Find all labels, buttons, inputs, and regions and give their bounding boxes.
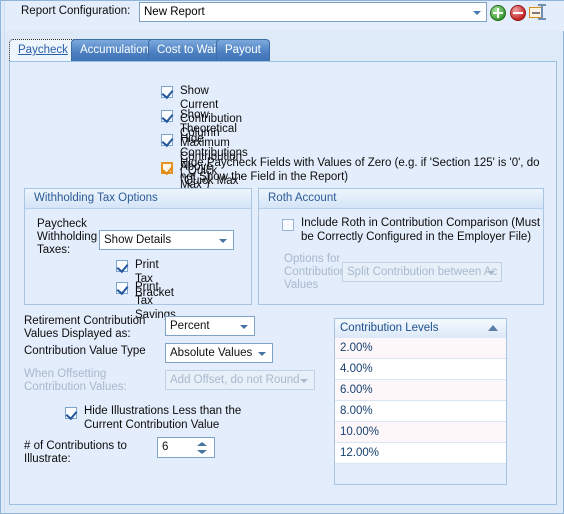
grid-column-header-label: Contribution Levels: [340, 322, 439, 334]
checkbox-box[interactable]: [116, 260, 129, 274]
add-circle-icon[interactable]: [489, 4, 507, 22]
contribution-value-type-label: Contribution Value Type: [24, 345, 146, 357]
table-row[interactable]: 10.00%: [335, 422, 506, 443]
chevron-down-icon[interactable]: [487, 271, 495, 275]
checkbox-box[interactable]: [116, 282, 129, 296]
checkbox-label: Hide Paycheck Fields with Values of Zero…: [180, 157, 540, 183]
num-contributions-stepper[interactable]: 6: [157, 437, 215, 458]
paycheck-panel: Show Current Contribution Column Show Th…: [9, 61, 557, 505]
withholding-tax-options-group: Withholding Tax Options Paycheck Withhol…: [24, 188, 252, 321]
report-configuration-window: Report Configuration: New Report Paychec…: [0, 0, 564, 514]
stepper-up-icon[interactable]: [197, 442, 207, 446]
checkbox-box[interactable]: [65, 407, 78, 421]
group-header: Withholding Tax Options: [25, 189, 251, 209]
grid-column-header[interactable]: Contribution Levels: [335, 319, 506, 339]
stepper-down-icon[interactable]: [197, 450, 207, 454]
contribution-value-type-combo[interactable]: Absolute Values: [165, 343, 273, 363]
group-header: Roth Account: [259, 189, 543, 209]
group-title: Withholding Tax Options: [34, 192, 158, 204]
report-configuration-value: New Report: [144, 6, 205, 18]
values-displayed-as-value: Percent: [170, 320, 210, 332]
when-offsetting-label: When Offsetting Contribution Values:: [24, 368, 127, 393]
chevron-down-icon[interactable]: [258, 352, 266, 356]
config-toolbar: Report Configuration: New Report: [1, 1, 564, 31]
paycheck-withholding-taxes-combo[interactable]: Show Details: [99, 230, 234, 250]
roth-options-combo[interactable]: Split Contribution between Ac: [342, 262, 502, 282]
values-displayed-as-label: Retirement Contribution Values Displayed…: [24, 315, 146, 340]
checkbox-label: Include Roth in Contribution Comparison …: [301, 217, 541, 243]
group-title: Roth Account: [268, 192, 337, 204]
num-contributions-label: # of Contributions to Illustrate:: [24, 440, 127, 465]
values-displayed-as-combo[interactable]: Percent: [165, 316, 255, 336]
delete-circle-icon[interactable]: [509, 4, 527, 22]
checkbox-box[interactable]: [161, 162, 174, 176]
roth-options-value: Split Contribution between Ac: [347, 266, 498, 278]
paycheck-withholding-taxes-value: Show Details: [104, 234, 172, 246]
table-row[interactable]: 4.00%: [335, 359, 506, 380]
checkbox-box[interactable]: [161, 86, 174, 100]
rename-icon[interactable]: [529, 4, 547, 22]
contribution-levels-grid[interactable]: Contribution Levels 2.00% 4.00% 6.00% 8.…: [334, 318, 507, 485]
grid-rows: 2.00% 4.00% 6.00% 8.00% 10.00% 12.00%: [335, 338, 506, 484]
table-row[interactable]: 8.00%: [335, 401, 506, 422]
chevron-down-icon[interactable]: [240, 325, 248, 329]
num-contributions-value: 6: [162, 441, 169, 453]
when-offsetting-value: Add Offset, do not Round: [170, 374, 300, 386]
sort-ascending-icon[interactable]: [488, 325, 498, 331]
table-row[interactable]: 2.00%: [335, 338, 506, 359]
report-configuration-combo[interactable]: New Report: [139, 2, 487, 22]
tab-paycheck[interactable]: Paycheck: [9, 39, 77, 61]
checkbox-box[interactable]: [161, 110, 174, 124]
contribution-value-type-value: Absolute Values: [170, 347, 253, 359]
checkbox-box[interactable]: [161, 134, 174, 148]
config-label: Report Configuration:: [21, 5, 131, 17]
chevron-down-icon[interactable]: [300, 379, 308, 383]
roth-account-group: Roth Account Include Roth in Contributio…: [258, 188, 544, 305]
tab-payout[interactable]: Payout: [216, 39, 270, 61]
tab-accumulation[interactable]: Accumulation: [71, 39, 159, 61]
paycheck-withholding-taxes-label: Paycheck Withholding Taxes:: [37, 218, 98, 256]
chevron-down-icon[interactable]: [219, 239, 227, 243]
table-row[interactable]: 12.00%: [335, 443, 506, 464]
checkbox-box[interactable]: [282, 219, 294, 231]
when-offsetting-combo[interactable]: Add Offset, do not Round: [165, 370, 315, 390]
table-row[interactable]: 6.00%: [335, 380, 506, 401]
chevron-down-icon[interactable]: [473, 11, 481, 15]
checkbox-label: Hide Illustrations Less than the Current…: [84, 405, 242, 431]
grid-empty-area: [335, 464, 506, 484]
